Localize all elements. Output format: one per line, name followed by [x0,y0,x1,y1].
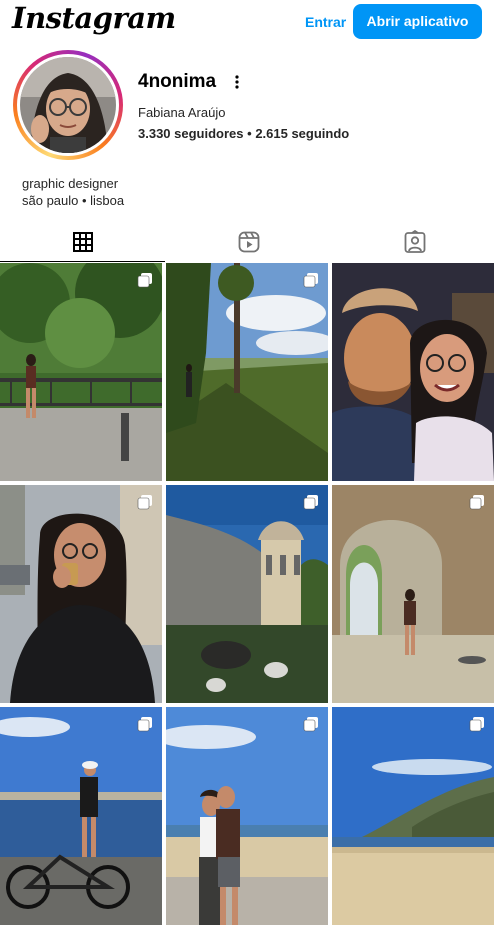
post-thumbnail[interactable] [166,485,328,703]
tab-tagged[interactable] [332,222,497,262]
post-thumbnail[interactable] [166,707,328,925]
bio-line: graphic designer [22,176,119,191]
post-thumbnail[interactable] [332,263,494,481]
instagram-logo[interactable]: Instagram [12,1,176,35]
post-thumbnail[interactable] [0,263,162,481]
carousel-icon [303,495,318,510]
tab-posts[interactable] [0,222,165,262]
post-thumbnail[interactable] [0,707,162,925]
carousel-icon [303,273,318,288]
profile-username: 4nonima [138,71,217,92]
following-count[interactable]: 2.615 seguindo [255,126,349,141]
followers-count[interactable]: 3.330 seguidores [138,126,244,141]
carousel-icon [469,717,484,732]
post-thumbnail[interactable] [0,485,162,703]
carousel-icon [137,273,152,288]
avatar [20,57,116,153]
carousel-icon [303,717,318,732]
profile-full-name: Fabiana Araújo [138,105,226,120]
login-link[interactable]: Entrar [305,14,346,30]
reels-icon [238,231,259,253]
carousel-icon [137,495,152,510]
open-app-button[interactable]: Abrir aplicativo [353,4,482,39]
avatar-story-ring[interactable] [13,50,123,160]
bio-line: são paulo • lisboa [22,193,125,208]
post-thumbnail[interactable] [332,707,494,925]
carousel-icon [469,495,484,510]
tab-reels[interactable] [166,222,331,262]
profile-stats: 3.330 seguidores • 2.615 seguindo [138,126,349,141]
carousel-icon [137,717,152,732]
stats-separator: • [247,126,252,141]
top-bar: Instagram Entrar Abrir aplicativo [0,0,497,44]
grid-icon [72,231,93,252]
tagged-icon [404,230,425,253]
post-thumbnail[interactable] [166,263,328,481]
post-thumbnail[interactable] [332,485,494,703]
more-options-icon[interactable] [234,74,240,90]
profile-bio: graphic designer são paulo • lisboa [22,175,124,209]
profile-tabs [0,222,497,262]
